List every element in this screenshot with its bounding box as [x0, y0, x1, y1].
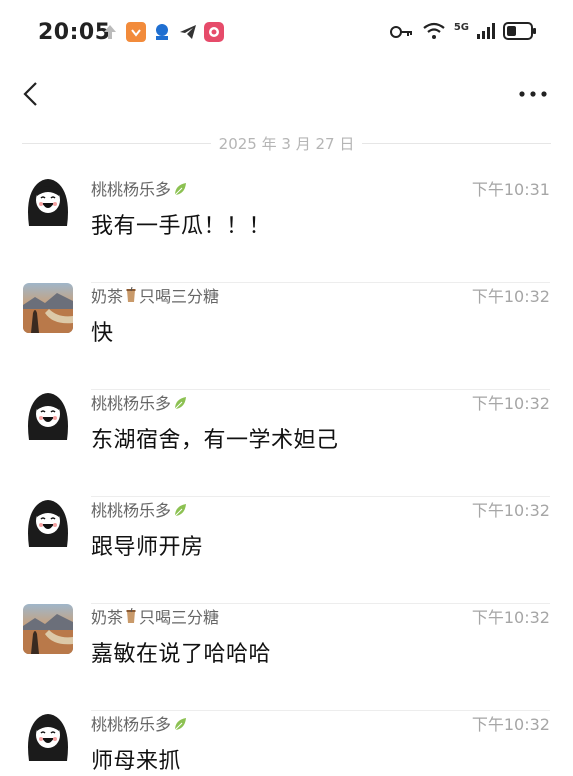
sender-name: 奶茶 只喝三分糖	[91, 604, 219, 628]
leaf-icon	[173, 181, 187, 196]
more-options-button[interactable]	[515, 78, 551, 110]
back-button[interactable]	[14, 78, 46, 110]
avatar[interactable]	[23, 176, 73, 226]
sender-name: 奶茶 只喝三分糖	[91, 283, 219, 307]
chevron-left-icon	[23, 82, 37, 106]
message-time: 下午10:32	[471, 501, 550, 520]
message-text[interactable]: 我有一手瓜！！！	[91, 208, 271, 240]
upload-icon	[100, 22, 120, 42]
date-label: 2025 年 3 月 27 日	[218, 134, 355, 153]
shield-app-icon	[126, 22, 146, 42]
sender-suffix-text: 只喝三分糖	[139, 608, 220, 627]
system-icons: 5G	[389, 21, 537, 44]
sender-name-text: 桃桃杨乐多	[91, 394, 172, 413]
message-time: 下午10:32	[471, 608, 550, 627]
message-text[interactable]: 快	[91, 315, 114, 347]
sender-name: 桃桃杨乐多	[91, 390, 187, 414]
key-icon	[389, 24, 414, 43]
network-type-label: 5G	[453, 21, 469, 33]
sender-name: 桃桃杨乐多	[91, 711, 187, 735]
message-text[interactable]: 跟导师开房	[91, 529, 204, 561]
message-time: 下午10:32	[471, 394, 550, 413]
message-text[interactable]: 师母来抓	[91, 743, 181, 775]
cup-icon	[125, 607, 137, 624]
chat-message[interactable]: 桃桃杨乐多 下午10:32 东湖宿舍，有一学术妲己	[0, 390, 573, 497]
top-navigation	[0, 66, 573, 122]
avatar[interactable]	[23, 283, 73, 333]
sender-name-text: 奶茶	[91, 287, 124, 306]
avatar[interactable]	[23, 390, 73, 440]
message-time: 下午10:31	[471, 180, 550, 199]
chat-message[interactable]: 奶茶 只喝三分糖 下午10:32 嘉敏在说了哈哈哈	[0, 604, 573, 711]
divider-line	[362, 142, 551, 144]
sender-suffix-text: 只喝三分糖	[139, 287, 220, 306]
leaf-icon	[173, 395, 187, 410]
avatar[interactable]	[23, 711, 73, 761]
telegram-icon	[178, 22, 198, 42]
leaf-icon	[173, 502, 187, 517]
divider-line	[22, 142, 211, 144]
game-app-icon	[204, 22, 224, 42]
chat-message[interactable]: 桃桃杨乐多 下午10:32 师母来抓	[0, 711, 573, 776]
status-bar: 20:05 5G	[0, 0, 573, 66]
signal-icon	[477, 23, 495, 43]
message-time: 下午10:32	[471, 715, 550, 734]
bank-app-icon	[152, 22, 172, 42]
notification-icons	[100, 22, 224, 42]
message-time: 下午10:32	[471, 287, 550, 306]
battery-icon	[503, 22, 537, 44]
message-text[interactable]: 嘉敏在说了哈哈哈	[91, 636, 271, 668]
chat-message[interactable]: 奶茶 只喝三分糖 下午10:32 快	[0, 283, 573, 390]
chat-message[interactable]: 桃桃杨乐多 下午10:32 跟导师开房	[0, 497, 573, 604]
wifi-icon	[422, 22, 446, 44]
more-dots-icon	[519, 91, 547, 97]
message-text[interactable]: 东湖宿舍，有一学术妲己	[91, 422, 339, 454]
cup-icon	[125, 286, 137, 303]
sender-name: 桃桃杨乐多	[91, 176, 187, 200]
sender-name: 桃桃杨乐多	[91, 497, 187, 521]
chat-message[interactable]: 桃桃杨乐多 下午10:31 我有一手瓜！！！	[0, 176, 573, 283]
sender-name-text: 桃桃杨乐多	[91, 715, 172, 734]
date-divider: 2025 年 3 月 27 日	[22, 132, 551, 154]
sender-name-text: 奶茶	[91, 608, 124, 627]
leaf-icon	[173, 716, 187, 731]
sender-name-text: 桃桃杨乐多	[91, 180, 172, 199]
avatar[interactable]	[23, 497, 73, 547]
sender-name-text: 桃桃杨乐多	[91, 501, 172, 520]
avatar[interactable]	[23, 604, 73, 654]
